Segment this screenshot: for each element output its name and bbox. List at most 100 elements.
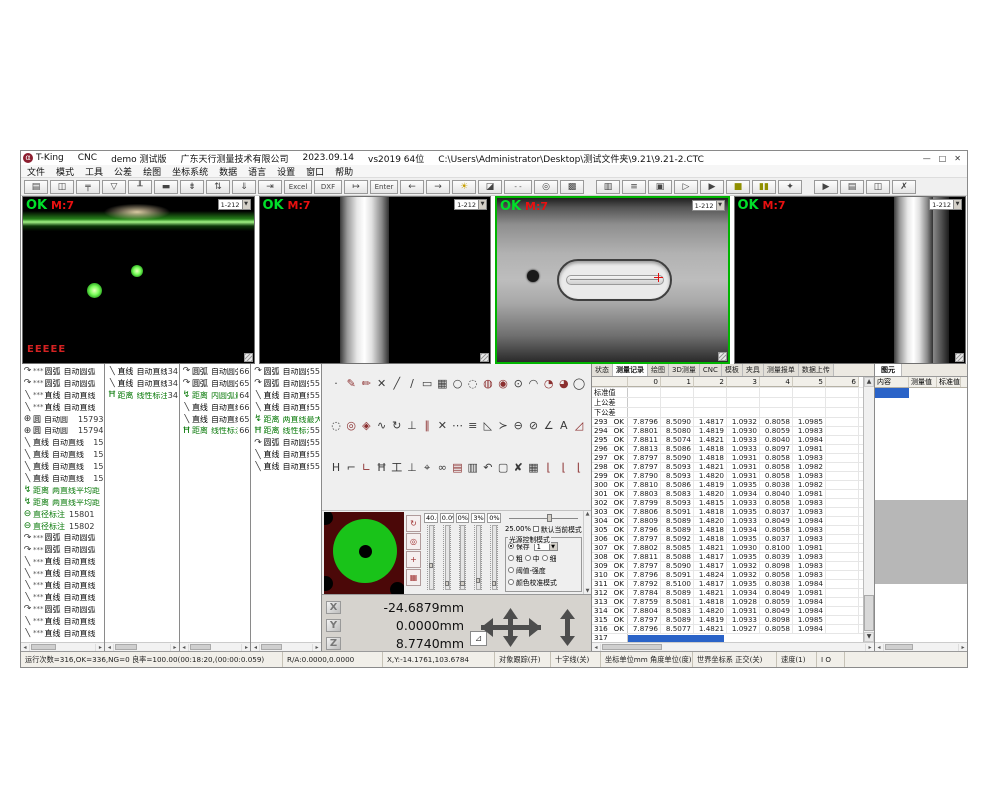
toolbar-block-tool-icon[interactable]: ▬ (154, 180, 178, 194)
palette-circle-minus-icon[interactable]: ⊖ (511, 418, 525, 434)
palette-parallel-lines-icon[interactable]: ≡ (466, 418, 480, 434)
mode-radio[interactable] (508, 567, 514, 573)
toolbar-pause-icon[interactable]: ▮▮ (752, 180, 776, 194)
palette-arc-icon[interactable]: ◠ (526, 376, 540, 392)
toolbar-dash-button[interactable]: - - (504, 180, 532, 194)
scroll-thumb[interactable] (261, 644, 282, 650)
toolbar-enter-button[interactable]: Enter (370, 180, 398, 194)
level-radio[interactable] (542, 555, 548, 561)
menu-item-2[interactable]: 模式 (56, 165, 74, 178)
scroll-thumb[interactable] (864, 595, 874, 631)
palette-beam-icon[interactable]: 工 (390, 460, 404, 476)
scroll-left-icon[interactable]: ◂ (875, 644, 884, 651)
menu-item-3[interactable]: 工具 (85, 165, 103, 178)
table-data-row[interactable]: 312OK7.87848.50891.48211.09340.80491.098… (592, 589, 863, 598)
scroll-down-icon[interactable]: ▼ (584, 588, 591, 594)
menu-item-9[interactable]: 设置 (277, 165, 295, 178)
toolbar-light-toggle-icon[interactable]: ☀ (452, 180, 476, 194)
toolbar-play-2-icon[interactable]: ▶ (814, 180, 838, 194)
palette-grid-calc-icon[interactable]: ▦ (526, 460, 540, 476)
toolbar-shift-tool-icon[interactable]: ⇥ (258, 180, 282, 194)
tree-item[interactable]: ╲直线自动直线15 (21, 449, 104, 461)
tree-item[interactable]: ↷***圆弧自动圆弧 (21, 544, 104, 556)
tree-hscrollbar[interactable]: ◂▸ (180, 642, 251, 651)
palette-coord-z-icon[interactable]: ⌊ (572, 460, 586, 476)
table-data-row[interactable]: 315OK7.87978.50891.48191.09330.80981.098… (592, 616, 863, 625)
camera-view-2[interactable]: OK M:7 1-212▼ (259, 196, 492, 364)
toolbar-open-program-icon[interactable]: ▣ (648, 180, 672, 194)
toolbar-setup-tool-icon[interactable]: ✗ (892, 180, 916, 194)
palette-distance-polyline-icon[interactable]: ⌐ (344, 460, 358, 476)
tree-item[interactable]: ↷***圆弧自动圆弧 (21, 378, 104, 390)
slider-track[interactable] (443, 525, 451, 590)
palette-rotate-scan-icon[interactable]: ↻ (390, 418, 404, 434)
toolbar-save-icon[interactable]: ▤ (24, 180, 48, 194)
axis-z-button[interactable]: Z (326, 637, 341, 650)
tree-item[interactable]: ╲***直线自动直线 (21, 390, 104, 402)
palette-perp-2-icon[interactable]: ⊥ (405, 460, 419, 476)
palette-delete-icon[interactable]: ✘ (511, 460, 525, 476)
palette-circle-center-icon[interactable]: ⊙ (511, 376, 525, 392)
palette-select-rect-icon[interactable]: ▢ (496, 460, 510, 476)
tree-item[interactable]: ╲***直线自动直线 (21, 402, 104, 414)
tree-item[interactable]: ↷圆弧自动圆弧55 (251, 366, 321, 378)
menu-item-10[interactable]: 窗口 (306, 165, 324, 178)
palette-undo-icon[interactable]: ↶ (481, 460, 495, 476)
tree-item[interactable]: Ħ距离线性标注34 (105, 390, 179, 402)
toolbar-drop-tool-icon[interactable]: ⇓ (232, 180, 256, 194)
table-hscrollbar[interactable]: ◂▸ (592, 642, 874, 651)
tree-item[interactable]: ↷***圆弧自动圆弧 (21, 604, 104, 616)
tree-item[interactable]: ╲直线自动直线15 (21, 473, 104, 485)
toolbar-nav-left-icon[interactable]: ← (400, 180, 424, 194)
table-data-row[interactable]: 297OK7.87978.50901.48181.09310.80581.098… (592, 454, 863, 463)
resize-grip-icon[interactable] (955, 353, 964, 362)
table-fixed-row[interactable]: 标准值 (592, 388, 863, 398)
tree-item[interactable]: ╲***直线自动直线 (21, 628, 104, 640)
tab-9[interactable]: 数据上传 (799, 364, 834, 376)
level-radio[interactable] (508, 555, 514, 561)
scroll-right-icon[interactable]: ▸ (95, 644, 104, 651)
tree-item[interactable]: ↷***圆弧自动圆弧 (21, 532, 104, 544)
tab-4[interactable]: 3D测量 (669, 364, 700, 376)
palette-point-icon[interactable]: · (329, 376, 343, 392)
scroll-right-icon[interactable]: ▸ (865, 644, 874, 651)
maximize-button[interactable]: □ (939, 154, 947, 163)
axis-x-button[interactable]: X (326, 601, 341, 614)
palette-panel-icon[interactable]: ▤ (451, 460, 465, 476)
close-button[interactable]: ✕ (954, 154, 961, 163)
palette-distance-corner-icon[interactable]: ∟ (359, 460, 373, 476)
elements-hscrollbar[interactable]: ◂▸ (875, 642, 967, 651)
table-data-row[interactable]: 294OK7.88018.50801.48191.09300.80591.098… (592, 427, 863, 436)
table-data-row[interactable]: 296OK7.88138.50861.48181.09330.80971.098… (592, 445, 863, 454)
palette-draw-line-icon[interactable]: ✎ (344, 376, 358, 392)
tree-item[interactable]: ╲直线自动直线34 (105, 366, 179, 378)
tree-item[interactable]: ⊖直径标注15801 (21, 509, 104, 521)
scroll-left-icon[interactable]: ◂ (592, 644, 601, 651)
scroll-left-icon[interactable]: ◂ (251, 644, 260, 651)
minimize-button[interactable]: — (923, 154, 931, 163)
save-radio[interactable] (508, 543, 514, 549)
tree-item[interactable]: ↯距离内圆弧最大距64 (180, 390, 251, 402)
table-data-row[interactable]: 298OK7.87978.50931.48211.09310.80581.098… (592, 463, 863, 472)
tab-6[interactable]: 模板 (722, 364, 743, 376)
palette-text-label-icon[interactable]: A (557, 418, 571, 434)
tab-2[interactable]: 测量记录 (613, 364, 648, 376)
toolbar-pattern-icon[interactable]: ▩ (560, 180, 584, 194)
camera-view-1[interactable]: OK M:7 1-212▼ EEEEE (22, 196, 255, 364)
master-slider[interactable] (509, 514, 578, 522)
scroll-up-icon[interactable]: ▲ (864, 377, 874, 387)
tree-item[interactable]: ⊕圆自动圆15793 (21, 414, 104, 426)
toolbar-execute-icon[interactable]: ✦ (778, 180, 802, 194)
tab-elements[interactable]: 图元 (875, 364, 902, 376)
resize-grip-icon[interactable] (718, 352, 727, 361)
tree-item[interactable]: Ħ距离线性标注66 (180, 425, 251, 437)
menu-item-8[interactable]: 语言 (248, 165, 266, 178)
tree-item[interactable]: ↯距离两直线最大距 (251, 414, 321, 426)
toolbar-edge-tool-icon[interactable]: ╤ (76, 180, 100, 194)
tree-item[interactable]: ↯距离两直线平均距 (21, 497, 104, 509)
table-fixed-row[interactable]: 上公差 (592, 398, 863, 408)
menu-item-4[interactable]: 公差 (114, 165, 132, 178)
magnification-dropdown[interactable]: 1-212▼ (929, 199, 962, 210)
slider-track[interactable] (427, 525, 435, 590)
slider-thumb[interactable] (492, 581, 496, 586)
